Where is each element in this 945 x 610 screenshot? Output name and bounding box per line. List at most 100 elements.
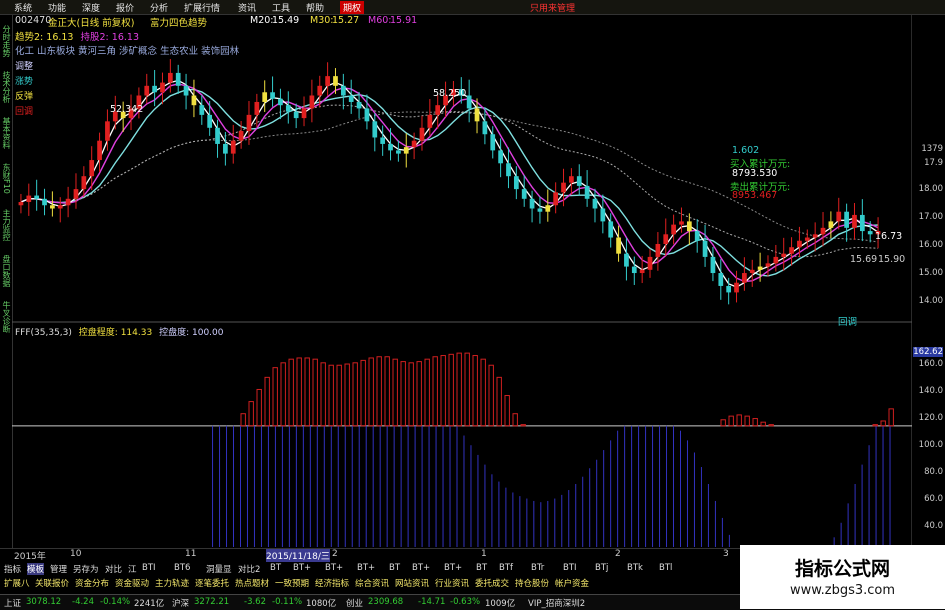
candle-body xyxy=(584,185,590,199)
indicator-tab-6[interactable]: BTI xyxy=(142,563,156,573)
lower-title: FFF(35,35,3) xyxy=(15,328,72,338)
candle-body xyxy=(828,221,834,228)
indicator-tab-1[interactable]: 模板 xyxy=(27,563,45,575)
indicator-tab-15[interactable]: BT+ xyxy=(412,563,430,573)
indicator-tab-22[interactable]: BTk xyxy=(627,563,643,573)
extension-tab-14[interactable]: 帐户资金 xyxy=(555,577,589,589)
menu-item-6[interactable]: 资讯 xyxy=(238,1,256,14)
candle-body xyxy=(765,263,771,267)
menu-item-2[interactable]: 深度 xyxy=(82,1,100,14)
indicator-tab-3[interactable]: 另存为 xyxy=(73,563,99,575)
menu-item-0[interactable]: 系统 xyxy=(14,1,32,14)
indicator-tab-11[interactable]: BT+ xyxy=(293,563,311,573)
extension-tab-0[interactable]: 扩展八 xyxy=(4,577,30,589)
sidebar-tab-6[interactable]: 牛叉诊断 xyxy=(1,301,11,333)
extension-tab-12[interactable]: 委托成交 xyxy=(475,577,509,589)
candle-body xyxy=(545,205,551,212)
lower-red-bar xyxy=(280,362,286,427)
lower-red-bar xyxy=(888,408,894,427)
candle-body xyxy=(81,176,87,190)
extension-tab-7[interactable]: 一致预期 xyxy=(275,577,309,589)
candle-body xyxy=(655,243,661,257)
candle-body xyxy=(781,253,787,257)
indicator-tab-10[interactable]: BT xyxy=(270,563,281,573)
extension-tab-4[interactable]: 主力轨迹 xyxy=(155,577,189,589)
lower-red-bar xyxy=(472,355,478,427)
extension-tab-9[interactable]: 综合资讯 xyxy=(355,577,389,589)
indicator-tab-20[interactable]: BTI xyxy=(563,563,577,573)
lower-red-bar xyxy=(720,419,726,427)
indicator-tab-9[interactable]: 对比2 xyxy=(238,563,260,575)
sidebar-tab-2[interactable]: 基本资料 xyxy=(1,117,11,149)
menu-ad[interactable]: 只用来管理 xyxy=(530,1,575,14)
menu-item-1[interactable]: 功能 xyxy=(48,1,66,14)
indicator-tab-2[interactable]: 管理 xyxy=(50,563,67,575)
lower-red-bar xyxy=(296,357,302,427)
candle-body xyxy=(742,273,747,283)
menu-item-5[interactable]: 扩展行情 xyxy=(184,1,220,14)
lower-red-bar xyxy=(768,424,774,427)
sidebar-tab-5[interactable]: 盘口数据 xyxy=(1,255,11,287)
hs-change: -3.62 xyxy=(244,597,266,607)
extension-tab-1[interactable]: 关联报价 xyxy=(35,577,69,589)
annot-a1: 1.602 xyxy=(732,145,760,156)
candle-body xyxy=(490,134,496,151)
candle-body xyxy=(309,95,315,109)
vip-account[interactable]: VIP_招商深圳2 xyxy=(528,597,585,609)
indicator-tab-14[interactable]: BT xyxy=(389,563,400,573)
extension-tab-8[interactable]: 经济指标 xyxy=(315,577,349,589)
extension-tab-13[interactable]: 持仓股份 xyxy=(515,577,549,589)
indicator-tab-12[interactable]: BT+ xyxy=(325,563,343,573)
candle-body xyxy=(152,85,157,93)
menu-item-3[interactable]: 报价 xyxy=(116,1,134,14)
indicator-tab-5[interactable]: 江 xyxy=(128,563,137,575)
indicator-tab-7[interactable]: BT6 xyxy=(174,563,190,573)
indicator-tab-4[interactable]: 对比 xyxy=(105,563,122,575)
candle-body xyxy=(639,269,645,274)
extension-tab-11[interactable]: 行业资讯 xyxy=(435,577,469,589)
indicator-tab-13[interactable]: BT+ xyxy=(357,563,375,573)
y-top-label: 1379 xyxy=(921,144,943,154)
sidebar-tab-1[interactable]: 技术分析 xyxy=(1,71,11,103)
indicator-tab-19[interactable]: BTr xyxy=(531,563,544,573)
lower-red-bar xyxy=(432,356,438,427)
extension-tab-2[interactable]: 资金分布 xyxy=(75,577,109,589)
candle-body xyxy=(301,108,307,119)
sidebar-tab-3[interactable]: 东财F10 xyxy=(1,163,11,194)
indicator-tab-0[interactable]: 指标 xyxy=(4,563,21,575)
candle-body xyxy=(183,85,189,96)
extension-tab-10[interactable]: 网站资讯 xyxy=(395,577,429,589)
menu-item-8[interactable]: 帮助 xyxy=(306,1,324,14)
candle-body xyxy=(631,266,637,274)
indicator-tab-21[interactable]: BTj xyxy=(595,563,608,573)
lower-red-bar xyxy=(344,363,350,427)
cy-pct: -0.63% xyxy=(450,597,481,607)
indicator-tab-23[interactable]: BTl xyxy=(659,563,672,573)
y-lower-0: 160.0 xyxy=(918,359,943,369)
extension-tab-3[interactable]: 资金驱动 xyxy=(115,577,149,589)
candle-body xyxy=(852,214,857,228)
indicator-tab-8[interactable]: 洞量显 xyxy=(206,563,232,575)
lower-red-bar xyxy=(760,421,766,427)
indicator-tab-16[interactable]: BT+ xyxy=(444,563,462,573)
y-lower-1: 140.0 xyxy=(918,386,943,396)
menu-item-9[interactable]: 期权 xyxy=(340,1,365,14)
candle-body xyxy=(608,221,614,238)
lower-red-bar xyxy=(328,364,334,427)
lower-red-bar xyxy=(400,361,406,427)
menu-item-7[interactable]: 工具 xyxy=(272,1,290,14)
menu-item-4[interactable]: 分析 xyxy=(150,1,168,14)
sidebar-tab-0[interactable]: 分时走势 xyxy=(1,25,11,57)
extension-tab-5[interactable]: 逐笔委托 xyxy=(195,577,229,589)
indicator-tab-18[interactable]: BTf xyxy=(499,563,513,573)
lower-red-bar xyxy=(368,357,374,427)
candle-body xyxy=(372,121,378,138)
sidebar-tab-4[interactable]: 主力监控 xyxy=(1,209,11,241)
lower-label1: 控盘程度: xyxy=(78,328,118,338)
lower-red-bar xyxy=(264,376,270,427)
indicator-tab-17[interactable]: BT xyxy=(476,563,487,573)
lower-red-bar xyxy=(256,388,262,427)
extension-tab-6[interactable]: 热点题材 xyxy=(235,577,269,589)
candle-body xyxy=(537,208,543,212)
candle-body xyxy=(726,285,732,293)
